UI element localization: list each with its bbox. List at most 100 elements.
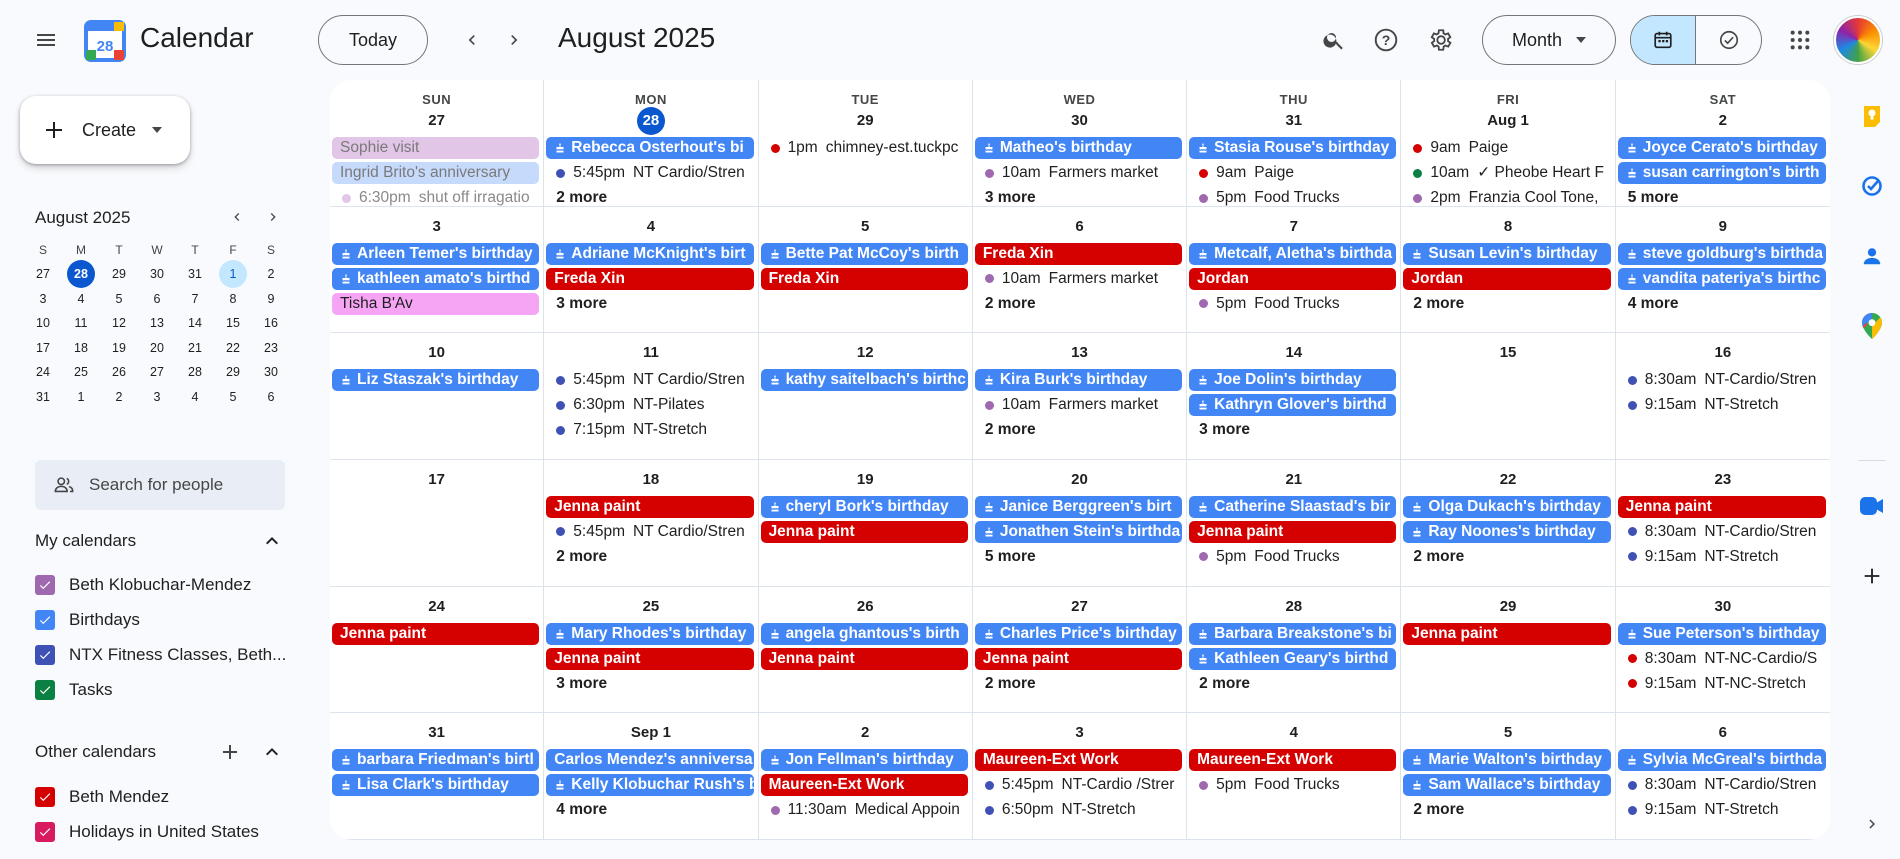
event-chip[interactable]: Jordan xyxy=(1189,267,1397,290)
day-cell[interactable]: SAT 2 Joyce Cerato's birthday susan carring… xyxy=(1615,80,1830,207)
mini-calendar-day[interactable]: 31 xyxy=(24,385,62,410)
mini-calendar-day[interactable]: 4 xyxy=(176,385,214,410)
settings-button[interactable] xyxy=(1418,18,1462,62)
add-addon-button[interactable] xyxy=(1858,562,1886,590)
day-number[interactable]: 31 xyxy=(330,719,543,747)
day-number[interactable]: 20 xyxy=(973,466,1186,494)
birthday-event-chip[interactable]: Rebecca Osterhout's bi xyxy=(546,137,754,159)
more-events-link[interactable]: 2 more xyxy=(975,293,1186,315)
day-number[interactable]: Aug 1 xyxy=(1401,107,1614,135)
calendar-list-item[interactable]: Beth Mendez xyxy=(35,782,169,812)
day-number[interactable]: 2 xyxy=(1616,107,1830,135)
calendar-view-toggle[interactable] xyxy=(1631,16,1696,64)
birthday-event-chip[interactable]: Bette Pat McCoy's birth xyxy=(760,242,968,265)
timed-event[interactable]: 11:30am Medical Appoin xyxy=(761,799,968,821)
birthday-event-chip[interactable]: Kelly Klobuchar Rush's b xyxy=(546,774,754,797)
event-chip[interactable]: Jenna paint xyxy=(1189,520,1397,543)
day-number[interactable]: 21 xyxy=(1187,466,1400,494)
day-cell[interactable]: 6 Freda Xin 10am Farmers market 2 more xyxy=(972,206,1188,334)
event-chip[interactable]: Maureen-Ext Work xyxy=(974,749,1183,772)
birthday-event-chip[interactable]: Janice Berggreen's birt xyxy=(974,495,1183,518)
timed-event[interactable]: 8:30am NT-Cardio/Stren xyxy=(1618,521,1826,543)
timed-event[interactable]: 2pm Franzia Cool Tone, xyxy=(1403,187,1610,206)
mini-calendar-day[interactable]: 7 xyxy=(176,287,214,312)
timed-event[interactable]: 10am Farmers market xyxy=(975,162,1182,184)
day-number[interactable]: 29 xyxy=(1401,593,1614,621)
day-number[interactable]: 30 xyxy=(973,107,1186,135)
event-chip[interactable]: Maureen-Ext Work xyxy=(760,774,968,797)
more-events-link[interactable]: 2 more xyxy=(546,187,757,206)
day-number[interactable]: 6 xyxy=(973,213,1186,241)
day-cell[interactable]: 3 Arleen Temer's birthday kathleen amato's… xyxy=(330,206,545,334)
day-cell[interactable]: 22 Olga Dukach's birthday Ray Noones's bir… xyxy=(1401,459,1616,587)
day-cell[interactable]: SUN 27 Sophie visit Ingrid Brito's annivers… xyxy=(330,80,545,207)
mini-calendar-day[interactable]: 29 xyxy=(214,360,252,385)
mini-calendar-day[interactable]: 5 xyxy=(100,287,138,312)
other-calendars-header[interactable]: Other calendars xyxy=(35,737,290,767)
day-cell[interactable]: THU 31 Stasia Rouse's birthday 9am Paige 5pm F… xyxy=(1187,80,1402,207)
more-events-link[interactable]: 2 more xyxy=(975,673,1186,695)
timed-event[interactable]: 10am Farmers market xyxy=(975,268,1182,290)
day-cell[interactable]: FRI Aug 1 9am Paige 10am ✓ Pheobe Heart F 2pm F… xyxy=(1401,80,1616,207)
day-number[interactable]: 5 xyxy=(1401,719,1614,747)
timed-event[interactable]: 6:30pm NT-Pilates xyxy=(546,394,753,416)
birthday-event-chip[interactable]: Olga Dukach's birthday xyxy=(1403,495,1611,518)
timed-event[interactable]: 10am Farmers market xyxy=(975,394,1182,416)
day-cell[interactable]: 6 Sylvia McGreal's birthda 8:30am NT-Cardio… xyxy=(1615,713,1830,840)
more-events-link[interactable]: 2 more xyxy=(1189,673,1400,695)
mini-calendar-day[interactable]: 14 xyxy=(176,311,214,336)
more-events-link[interactable]: 2 more xyxy=(1403,546,1614,568)
day-cell[interactable]: MON 28 Rebecca Osterhout's bi 5:45pm NT Card… xyxy=(544,80,759,207)
event-chip[interactable]: Jenna paint xyxy=(1403,622,1611,645)
day-number[interactable]: Sep 1 xyxy=(544,719,757,747)
day-cell[interactable]: 8 Susan Levin's birthday Jordan 2 more xyxy=(1401,206,1616,334)
more-events-link[interactable]: 5 more xyxy=(1618,187,1830,206)
day-number[interactable]: 6 xyxy=(1616,719,1830,747)
day-cell[interactable]: 17 xyxy=(330,459,545,587)
birthday-event-chip[interactable]: vandita pateriya's birthc xyxy=(1617,267,1826,290)
birthday-event-chip[interactable]: Kathleen Geary's birthd xyxy=(1189,647,1397,670)
timed-event[interactable]: 9:15am NT-NC-Stretch xyxy=(1618,673,1826,695)
day-number[interactable]: 7 xyxy=(1187,213,1400,241)
day-cell[interactable]: TUE 29 1pm chimney-est.tuckpc xyxy=(758,80,973,207)
previous-period-button[interactable] xyxy=(452,20,492,60)
day-cell[interactable]: 29 Jenna paint xyxy=(1401,586,1616,714)
birthday-event-chip[interactable]: Ray Noones's birthday xyxy=(1403,520,1611,543)
day-cell[interactable]: 7 Metcalf, Aletha's birthda Jordan 5pm Food … xyxy=(1187,206,1402,334)
timed-event[interactable]: 5pm Food Trucks xyxy=(1189,774,1396,796)
expand-panel-button[interactable] xyxy=(1858,810,1886,838)
day-cell[interactable]: 19 cheryl Bork's birthday Jenna paint xyxy=(758,459,973,587)
day-number[interactable]: 9 xyxy=(1616,213,1830,241)
mini-calendar-day[interactable]: 6 xyxy=(252,385,290,410)
birthday-event-chip[interactable]: Joyce Cerato's birthday xyxy=(1617,137,1826,159)
account-avatar[interactable] xyxy=(1834,16,1882,64)
birthday-event-chip[interactable]: Marie Walton's birthday xyxy=(1403,749,1611,772)
more-events-link[interactable]: 5 more xyxy=(975,546,1186,568)
day-number[interactable]: 14 xyxy=(1187,339,1400,367)
main-menu-button[interactable] xyxy=(22,20,70,60)
mini-calendar-day[interactable]: 16 xyxy=(252,311,290,336)
mini-calendar-day[interactable]: 11 xyxy=(62,311,100,336)
day-cell[interactable]: 4 Adriane McKnight's birt Freda Xin 3 more xyxy=(544,206,759,334)
birthday-event-chip[interactable]: Metcalf, Aletha's birthda xyxy=(1189,242,1397,265)
birthday-event-chip[interactable]: steve goldburg's birthda xyxy=(1617,242,1826,265)
plus-icon[interactable] xyxy=(218,740,242,764)
day-cell[interactable]: 15 xyxy=(1401,333,1616,460)
timed-event[interactable]: 8:30am NT-NC-Cardio/S xyxy=(1618,648,1826,670)
help-button[interactable]: ? xyxy=(1364,18,1408,62)
calendar-checkbox[interactable] xyxy=(35,680,55,700)
calendar-list-item[interactable]: Holidays in United States xyxy=(35,817,259,847)
birthday-event-chip[interactable]: Barbara Breakstone's bi xyxy=(1189,622,1397,645)
event-chip[interactable]: Jenna paint xyxy=(974,647,1183,670)
day-cell[interactable]: 30 Sue Peterson's birthday 8:30am NT-NC-Car… xyxy=(1615,587,1830,714)
more-events-link[interactable]: 2 more xyxy=(1403,799,1614,821)
calendar-logo[interactable]: 28 xyxy=(84,20,126,62)
day-cell[interactable]: 5 Bette Pat McCoy's birth Freda Xin xyxy=(758,206,973,334)
calendar-list-item[interactable]: Tasks xyxy=(35,675,112,705)
mini-calendar-day[interactable]: 23 xyxy=(252,336,290,361)
birthday-event-chip[interactable]: Jonathen Stein's birthda xyxy=(974,520,1183,543)
birthday-event-chip[interactable]: Liz Staszak's birthday xyxy=(332,369,540,392)
timed-event[interactable]: 5pm Food Trucks xyxy=(1189,293,1396,315)
event-chip[interactable]: Freda Xin xyxy=(760,267,968,290)
mini-calendar-day[interactable]: 27 xyxy=(138,360,176,385)
